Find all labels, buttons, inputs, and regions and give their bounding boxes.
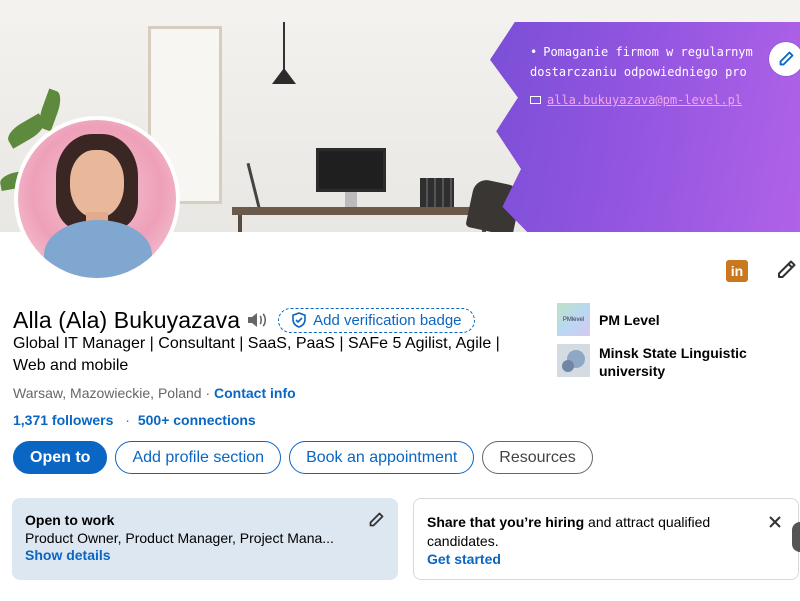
hiring-text: Share that you’re hiring and attract qua… bbox=[427, 514, 711, 549]
pm-level-logo: PMlevel bbox=[557, 303, 590, 336]
pencil-icon bbox=[369, 512, 384, 527]
profile-name: Alla (Ala) Bukuyazava bbox=[13, 306, 241, 333]
edit-cover-button[interactable] bbox=[769, 42, 800, 76]
close-icon bbox=[769, 516, 781, 528]
book-appointment-button[interactable]: Book an appointment bbox=[289, 441, 475, 474]
name-row: Alla (Ala) Bukuyazava Add verification b… bbox=[13, 305, 475, 335]
contact-info-link[interactable]: Contact info bbox=[214, 385, 296, 401]
ceiling-lamp bbox=[272, 68, 296, 84]
speaker-icon[interactable] bbox=[246, 310, 270, 330]
add-profile-section-button[interactable]: Add profile section bbox=[115, 441, 282, 474]
org-name: Minsk State Linguistic university bbox=[599, 345, 747, 379]
connections-link[interactable]: 500+ connections bbox=[138, 412, 256, 428]
open-to-button[interactable]: Open to bbox=[13, 441, 108, 474]
banner-bullet-text: Pomaganie firmom w regularnym dostarczan… bbox=[530, 45, 753, 79]
headline: Global IT Manager | Consultant | SaaS, P… bbox=[13, 335, 500, 374]
resources-button[interactable]: Resources bbox=[482, 441, 593, 474]
pencil-icon bbox=[778, 260, 796, 278]
banner-text: • Pomaganie firmom w regularnym dostarcza… bbox=[530, 45, 753, 79]
open-to-work-roles: Product Owner, Product Manager, Project … bbox=[25, 530, 334, 546]
monitor bbox=[316, 148, 386, 192]
linkedin-icon[interactable]: in bbox=[726, 260, 748, 282]
org-minsk-university[interactable]: Minsk State Linguistic university bbox=[557, 344, 769, 380]
followers-link[interactable]: 1,371 followers bbox=[13, 412, 113, 428]
university-logo bbox=[557, 344, 590, 377]
edit-open-to-work-button[interactable] bbox=[366, 510, 386, 530]
banner-email: alla.bukuyazava@pm-level.pl bbox=[530, 93, 742, 107]
network-row: 1,371 followers · 500+ connections bbox=[13, 412, 256, 428]
location: Warsaw, Mazowieckie, Poland bbox=[13, 385, 202, 401]
pencil-icon bbox=[779, 51, 794, 66]
open-to-work-title: Open to work bbox=[25, 512, 115, 528]
mail-icon bbox=[530, 96, 541, 104]
top-bar bbox=[0, 0, 800, 22]
scroll-handle[interactable] bbox=[792, 522, 800, 552]
edit-intro-button[interactable] bbox=[774, 258, 798, 282]
profile-photo bbox=[18, 120, 176, 278]
avatar[interactable] bbox=[14, 116, 180, 282]
shield-check-icon bbox=[292, 312, 306, 328]
open-to-work-card[interactable]: Open to work Product Owner, Product Mana… bbox=[12, 498, 398, 580]
show-details-link[interactable]: Show details bbox=[25, 547, 385, 563]
desk bbox=[232, 207, 492, 215]
org-name: PM Level bbox=[599, 312, 660, 328]
location-row: Warsaw, Mazowieckie, Poland · Contact in… bbox=[13, 385, 296, 401]
close-hiring-card-button[interactable] bbox=[766, 513, 784, 531]
hiring-card: Share that you’re hiring and attract qua… bbox=[413, 498, 799, 580]
org-pm-level[interactable]: PMlevel PM Level bbox=[557, 303, 660, 336]
add-verification-badge-button[interactable]: Add verification badge bbox=[278, 307, 475, 333]
get-started-link[interactable]: Get started bbox=[427, 551, 785, 567]
action-buttons: Open to Add profile section Book an appo… bbox=[13, 441, 593, 474]
folders bbox=[420, 178, 454, 208]
